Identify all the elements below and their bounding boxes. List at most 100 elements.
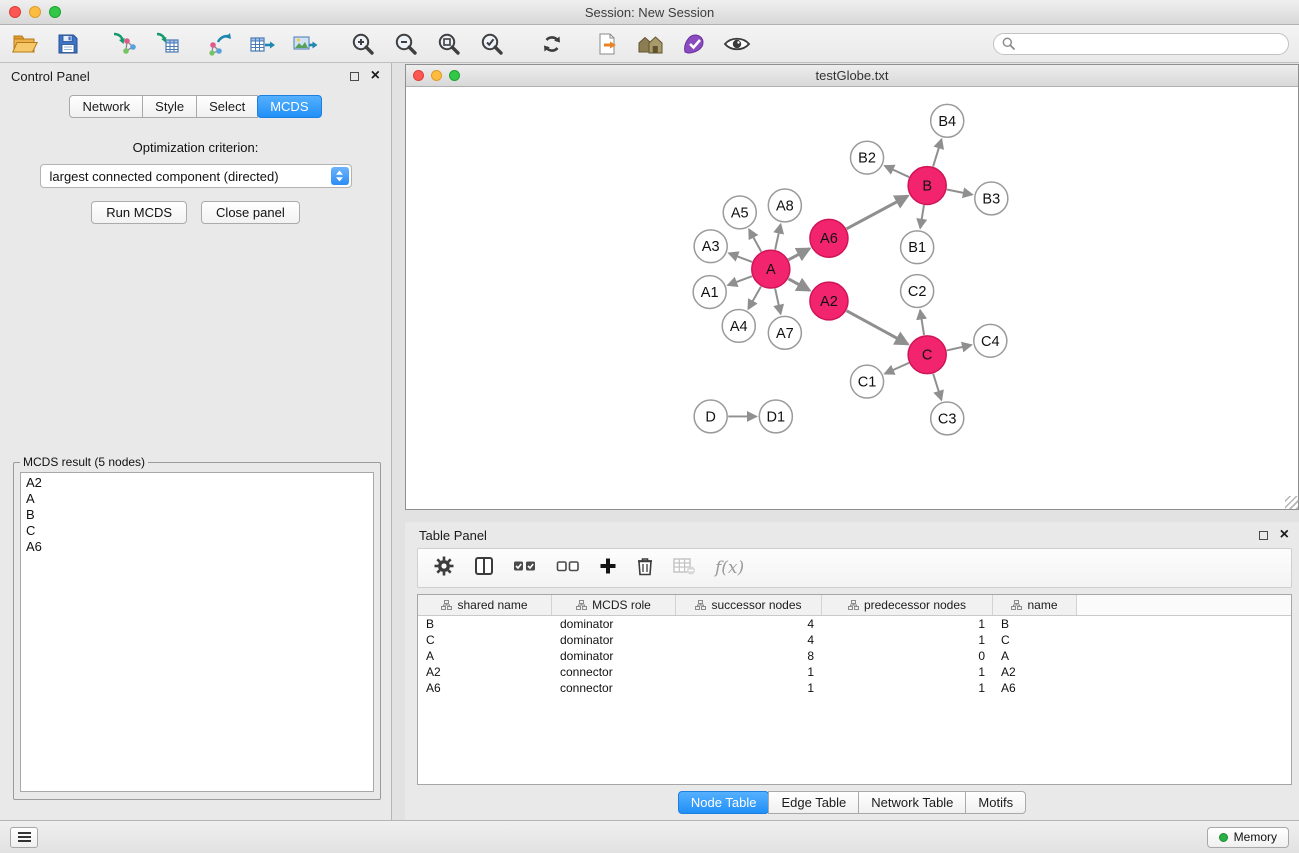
table-row[interactable]: Cdominator41C	[418, 632, 1291, 648]
node-B4[interactable]: B4	[931, 104, 964, 137]
node-A6[interactable]: A6	[810, 219, 848, 257]
tab-select[interactable]: Select	[196, 95, 258, 118]
tab-motifs[interactable]: Motifs	[965, 791, 1026, 814]
float-panel-icon[interactable]	[350, 72, 359, 81]
node-C3[interactable]: C3	[931, 402, 964, 435]
mcds-result-item[interactable]: A2	[26, 475, 368, 491]
tab-network-table[interactable]: Network Table	[858, 791, 966, 814]
column-header-predecessor-nodes[interactable]: predecessor nodes	[822, 595, 993, 615]
network-overview-button[interactable]	[634, 28, 668, 60]
function-builder-button[interactable]: f(x)	[715, 558, 744, 578]
node-A8[interactable]: A8	[768, 189, 801, 222]
table-settings-button[interactable]	[433, 555, 455, 582]
open-document-button[interactable]	[591, 28, 625, 60]
save-session-button[interactable]	[51, 28, 85, 60]
zoom-window-button[interactable]	[49, 6, 61, 18]
edge-A6-B[interactable]	[847, 196, 908, 229]
column-header-shared-name[interactable]: shared name	[418, 595, 552, 615]
tab-network[interactable]: Network	[69, 95, 143, 118]
zoom-fit-button[interactable]	[432, 28, 466, 60]
node-B[interactable]: B	[908, 167, 946, 205]
edge-C-C1[interactable]	[885, 363, 909, 374]
tab-style[interactable]: Style	[142, 95, 197, 118]
search-input[interactable]	[1020, 37, 1280, 51]
zoom-in-button[interactable]	[346, 28, 380, 60]
table-row[interactable]: A2connector11A2	[418, 664, 1291, 680]
table-row[interactable]: A6connector11A6	[418, 680, 1291, 696]
edge-A-A6[interactable]	[788, 249, 809, 260]
resize-grip[interactable]	[1285, 496, 1298, 509]
node-A1[interactable]: A1	[693, 276, 726, 309]
node-A4[interactable]: A4	[722, 309, 755, 342]
node-C1[interactable]: C1	[850, 365, 883, 398]
status-menu-button[interactable]	[10, 827, 38, 848]
edge-A2-C[interactable]	[846, 311, 907, 345]
export-table-button[interactable]	[245, 28, 279, 60]
node-B1[interactable]: B1	[901, 231, 934, 264]
open-folder-button[interactable]	[8, 28, 42, 60]
edge-B-B4[interactable]	[933, 139, 941, 166]
refresh-layout-button[interactable]	[535, 28, 569, 60]
add-column-button[interactable]	[599, 557, 617, 580]
tab-edge-table[interactable]: Edge Table	[768, 791, 859, 814]
edge-A-A1[interactable]	[728, 276, 752, 285]
close-window-button[interactable]	[9, 6, 21, 18]
zoom-selected-button[interactable]	[475, 28, 509, 60]
column-visibility-button[interactable]	[474, 556, 494, 581]
float-table-panel-icon[interactable]	[1259, 531, 1268, 540]
mcds-result-item[interactable]: A	[26, 491, 368, 507]
memory-button[interactable]: Memory	[1207, 827, 1289, 848]
mcds-result-item[interactable]: C	[26, 523, 368, 539]
import-network-button[interactable]	[107, 28, 141, 60]
minimize-network-window-button[interactable]	[431, 70, 442, 81]
edge-A-A2[interactable]	[788, 279, 809, 291]
apply-style-button[interactable]	[677, 28, 711, 60]
export-image-button[interactable]	[288, 28, 322, 60]
node-A7[interactable]: A7	[768, 316, 801, 349]
edge-B-B2[interactable]	[885, 166, 909, 177]
deselect-all-button[interactable]	[556, 559, 580, 578]
column-header-successor-nodes[interactable]: successor nodes	[676, 595, 822, 615]
mcds-result-list[interactable]: A2ABCA6	[20, 472, 374, 792]
tab-mcds[interactable]: MCDS	[257, 95, 321, 118]
show-hide-panel-button[interactable]	[720, 28, 754, 60]
close-network-window-button[interactable]	[413, 70, 424, 81]
run-mcds-button[interactable]: Run MCDS	[91, 201, 187, 224]
edge-A-A8[interactable]	[775, 224, 781, 249]
edge-B-B1[interactable]	[920, 205, 924, 228]
tab-node-table[interactable]: Node Table	[678, 791, 770, 814]
node-D[interactable]: D	[694, 400, 727, 433]
node-A2[interactable]: A2	[810, 282, 848, 320]
node-A3[interactable]: A3	[694, 230, 727, 263]
zoom-network-window-button[interactable]	[449, 70, 460, 81]
optimization-criterion-select[interactable]: largest connected component (directed)	[40, 164, 352, 188]
node-C[interactable]: C	[908, 336, 946, 374]
toolbar-search[interactable]	[993, 33, 1289, 55]
node-B3[interactable]: B3	[975, 182, 1008, 215]
edge-A-A3[interactable]	[729, 253, 752, 262]
mcds-result-item[interactable]: A6	[26, 539, 368, 555]
column-header-MCDS-role[interactable]: MCDS role	[552, 595, 676, 615]
edge-B-B3[interactable]	[947, 190, 972, 195]
edge-C-C4[interactable]	[947, 345, 972, 350]
column-header-name[interactable]: name	[993, 595, 1077, 615]
minimize-window-button[interactable]	[29, 6, 41, 18]
close-panel-icon[interactable]: ×	[371, 70, 380, 82]
mcds-result-item[interactable]: B	[26, 507, 368, 523]
close-table-panel-icon[interactable]: ×	[1280, 529, 1289, 541]
edge-A-A5[interactable]	[749, 229, 761, 251]
import-table-button[interactable]	[150, 28, 184, 60]
zoom-out-button[interactable]	[389, 28, 423, 60]
node-B2[interactable]: B2	[850, 141, 883, 174]
node-A[interactable]: A	[752, 250, 790, 288]
node-C4[interactable]: C4	[974, 324, 1007, 357]
select-all-button[interactable]	[513, 559, 537, 578]
edge-A-A4[interactable]	[748, 286, 761, 308]
node-D1[interactable]: D1	[759, 400, 792, 433]
table-row[interactable]: Bdominator41B	[418, 616, 1291, 632]
edge-C-C2[interactable]	[920, 310, 924, 335]
export-network-button[interactable]	[202, 28, 236, 60]
node-C2[interactable]: C2	[901, 275, 934, 308]
edge-A-A7[interactable]	[775, 289, 781, 314]
table-row[interactable]: Adominator80A	[418, 648, 1291, 664]
